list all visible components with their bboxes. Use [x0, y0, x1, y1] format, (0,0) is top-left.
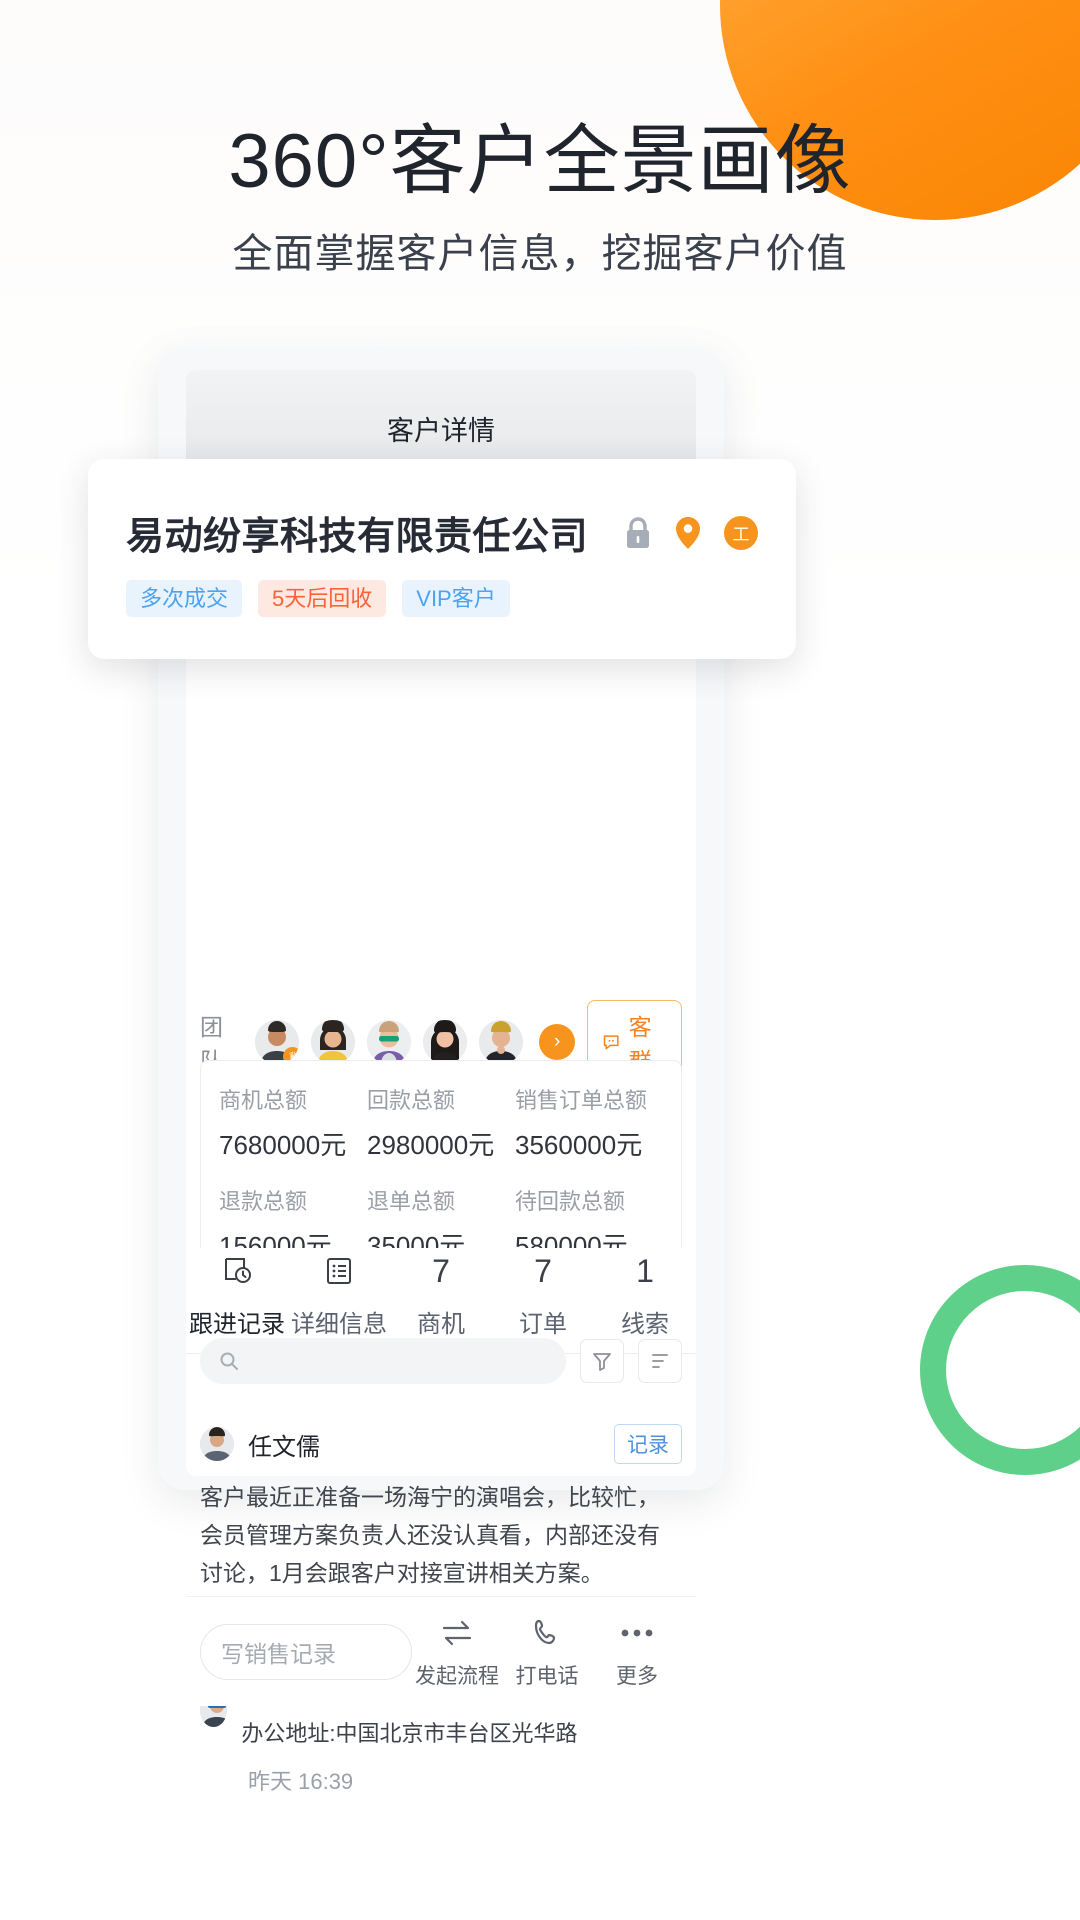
stat-label: 销售订单总额	[515, 1088, 648, 1113]
avatar-photo	[479, 1020, 524, 1064]
avatar-photo	[367, 1020, 412, 1064]
avatar-photo	[200, 1427, 234, 1461]
feed-timestamp: 昨天 16:39	[248, 1769, 354, 1794]
stat-label: 退单总额	[367, 1189, 456, 1214]
start-flow-button[interactable]: 发起流程	[412, 1614, 502, 1690]
stat-cell: 商机总额 7680000元	[219, 1083, 367, 1162]
stats-grid: 商机总额 7680000元 回款总额 2980000元 销售订单总额 35600…	[219, 1083, 663, 1263]
customer-card-header: 易动纷享科技有限责任公司 工	[126, 505, 758, 560]
feed-item-header: 任文儒 记录	[200, 1424, 682, 1464]
chat-bubble-icon	[603, 1035, 619, 1050]
swap-arrows-icon	[412, 1614, 502, 1652]
location-pin-icon[interactable]	[674, 516, 702, 550]
customer-card-icons: 工	[624, 515, 758, 550]
industry-badge-icon[interactable]: 工	[724, 515, 758, 550]
avatar[interactable]	[367, 1020, 412, 1064]
feed-detail: 办公地址:中国北京市丰台区光华路	[241, 1721, 578, 1746]
customer-tag[interactable]: VIP客户	[402, 580, 510, 618]
list-document-icon	[327, 1258, 351, 1284]
tab-count-slot: 7	[492, 1248, 594, 1294]
sort-icon	[652, 1354, 668, 1368]
filter-button[interactable]	[580, 1339, 624, 1383]
customer-tag-row: 多次成交 5天后回收 VIP客户	[126, 580, 758, 618]
page-title: 360°客户全景画像	[228, 119, 852, 204]
tab-icon-slot	[288, 1248, 390, 1294]
sort-button[interactable]	[638, 1339, 682, 1383]
customer-summary-card: 易动纷享科技有限责任公司 工 多次成交 5天后回收 VIP客户	[88, 459, 796, 659]
tab-label: 详细信息	[291, 1311, 387, 1338]
tab-count-slot: 1	[594, 1248, 696, 1294]
stat-value: 3560000元	[515, 1130, 643, 1160]
stat-label: 退款总额	[219, 1189, 308, 1214]
clock-document-icon	[225, 1258, 251, 1283]
bottom-action-bar: 写销售记录 发起流程 打电话 更多	[186, 1596, 696, 1706]
avatar[interactable]	[200, 1427, 234, 1461]
tab-count-slot: 7	[390, 1248, 492, 1294]
tab-label: 线索	[621, 1311, 669, 1338]
start-flow-label: 发起流程	[415, 1664, 499, 1688]
stat-cell: 销售订单总额 3560000元	[515, 1083, 663, 1162]
lock-icon[interactable]	[624, 516, 652, 549]
feed-author: 任文儒	[248, 1433, 320, 1461]
stat-label: 待回款总额	[515, 1189, 626, 1214]
company-name: 易动纷享科技有限责任公司	[126, 516, 589, 558]
tab-count: 1	[636, 1252, 654, 1289]
tab-label: 跟进记录	[189, 1311, 285, 1338]
avatar[interactable]	[479, 1020, 524, 1064]
funnel-icon	[593, 1353, 611, 1371]
ellipsis-icon	[592, 1614, 682, 1652]
stat-value: 7680000元	[219, 1130, 347, 1160]
stat-value: 2980000元	[367, 1130, 495, 1160]
tab-icon-slot	[186, 1248, 288, 1294]
tab-count: 7	[432, 1252, 450, 1289]
feed-type-chip[interactable]: 记录	[614, 1424, 682, 1464]
page-subtitle: 全面掌握客户信息，挖掘客户价值	[232, 232, 848, 276]
more-label: 更多	[616, 1664, 658, 1688]
avatar[interactable]: ♛	[255, 1020, 300, 1064]
stat-label: 商机总额	[219, 1088, 308, 1113]
feed-item-meta: 昨天 16:39	[200, 1764, 682, 1796]
stat-label: 回款总额	[367, 1088, 456, 1113]
customer-tag[interactable]: 5天后回收	[258, 580, 387, 618]
green-ring-decoration	[920, 1265, 1080, 1475]
app-topbar-title: 客户详情	[387, 416, 495, 446]
avatar-photo	[311, 1020, 356, 1064]
more-button[interactable]: 更多	[592, 1614, 682, 1690]
tab-label: 商机	[417, 1311, 465, 1338]
call-label: 打电话	[515, 1664, 579, 1688]
avatar[interactable]	[423, 1020, 468, 1064]
feed-body-text: 客户最近正准备一场海宁的演唱会，比较忙，会员管理方案负责人还没认真看，内部还没有…	[200, 1484, 660, 1586]
avatar[interactable]	[311, 1020, 356, 1064]
tab-count: 7	[534, 1252, 552, 1289]
phone-icon	[502, 1614, 592, 1652]
write-record-input[interactable]: 写销售记录	[200, 1623, 412, 1680]
avatar-photo	[423, 1020, 468, 1064]
search-input[interactable]	[200, 1338, 566, 1384]
feed-toolbar	[200, 1338, 682, 1384]
chevron-right-icon[interactable]: ›	[539, 1024, 576, 1060]
hero-heading-group: 360°客户全景画像 全面掌握客户信息，挖掘客户价值	[0, 118, 1080, 280]
search-icon	[220, 1352, 238, 1370]
tab-label: 订单	[519, 1311, 567, 1338]
customer-tag[interactable]: 多次成交	[126, 580, 243, 618]
app-topbar: 客户详情	[186, 370, 696, 466]
call-button[interactable]: 打电话	[502, 1614, 592, 1690]
stat-cell: 回款总额 2980000元	[367, 1083, 515, 1162]
